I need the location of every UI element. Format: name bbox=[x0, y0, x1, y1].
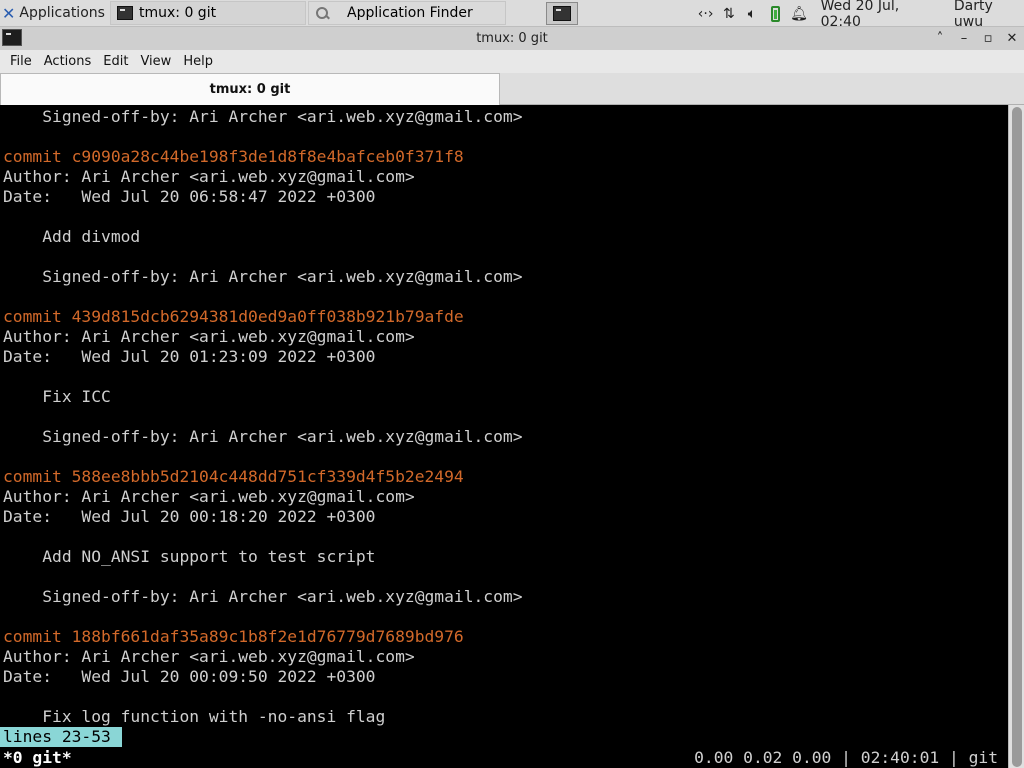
taskbar-item-label: tmux: 0 git bbox=[139, 5, 217, 21]
terminal-line: Author: Ari Archer <ari.web.xyz@gmail.co… bbox=[3, 487, 415, 506]
taskbar-item-label: Application Finder bbox=[347, 5, 473, 21]
clock[interactable]: Wed 20 Jul, 02:40 bbox=[821, 0, 940, 30]
tab-bar: tmux: 0 git bbox=[0, 73, 1024, 105]
speaker-icon[interactable]: 🔈︎ bbox=[740, 6, 763, 22]
tmux-window-indicator[interactable]: *0 git* bbox=[3, 747, 72, 768]
search-icon bbox=[315, 6, 329, 20]
terminal-line: Author: Ari Archer <ari.web.xyz@gmail.co… bbox=[3, 327, 415, 346]
applications-menu-button[interactable]: ✕ Applications bbox=[0, 1, 108, 26]
terminal-line: Add divmod bbox=[3, 227, 141, 246]
terminal-line: Author: Ari Archer <ari.web.xyz@gmail.co… bbox=[3, 167, 415, 186]
tmux-status-bar: *0 git* 0.00 0.02 0.00 | 02:40:01 | git bbox=[0, 747, 1008, 768]
terminal-line: Fix log function with -no-ansi flag bbox=[3, 707, 386, 726]
chevron-up-icon[interactable]: ˄ bbox=[928, 27, 952, 50]
commit-hash-line: commit c9090a28c44be198f3de1d8f8e4bafceb… bbox=[3, 147, 464, 166]
maximize-button[interactable]: ▫ bbox=[976, 27, 1000, 50]
terminal-line: Fix ICC bbox=[3, 387, 111, 406]
network-arrows-icon[interactable]: ‹·› bbox=[694, 6, 717, 22]
menu-help[interactable]: Help bbox=[177, 54, 219, 69]
taskbar-item-app-finder[interactable]: Application Finder bbox=[308, 1, 506, 25]
scrollbar-thumb[interactable] bbox=[1012, 107, 1022, 767]
terminal-icon bbox=[117, 6, 133, 20]
window-title: tmux: 0 git bbox=[476, 31, 548, 46]
commit-hash-line: commit 588ee8bbb5d2104c448dd751cf339d4f5… bbox=[3, 467, 464, 486]
menu-edit[interactable]: Edit bbox=[97, 54, 134, 69]
terminal-line: Date: Wed Jul 20 00:09:50 2022 +0300 bbox=[3, 667, 376, 686]
terminal-view[interactable]: Fix log function with -no-ansi flag Date:… bbox=[0, 105, 1008, 768]
tab-label: tmux: 0 git bbox=[209, 82, 291, 97]
minimize-button[interactable]: – bbox=[952, 27, 976, 50]
tmux-status-right: 0.00 0.02 0.00 | 02:40:01 | git bbox=[694, 748, 998, 767]
commit-hash-line: commit 188bf661daf35a89c1b8f2e1d76779d76… bbox=[3, 627, 464, 646]
window-controls: ˄ – ▫ ✕ bbox=[928, 27, 1024, 50]
bell-icon[interactable]: 🔔︎ bbox=[787, 6, 810, 22]
menu-actions[interactable]: Actions bbox=[38, 54, 98, 69]
terminal-icon bbox=[553, 6, 571, 21]
tab-tmux[interactable]: tmux: 0 git bbox=[0, 73, 500, 105]
battery-icon[interactable] bbox=[770, 5, 781, 22]
terminal-line: Date: Wed Jul 20 01:23:09 2022 +0300 bbox=[3, 347, 376, 366]
updown-arrows-icon[interactable]: ⇅ bbox=[717, 6, 740, 22]
close-button[interactable]: ✕ bbox=[1000, 27, 1024, 50]
applications-label: Applications bbox=[19, 5, 105, 21]
window-titlebar[interactable]: tmux: 0 git ˄ – ▫ ✕ bbox=[0, 27, 1024, 50]
terminal-launcher-button[interactable] bbox=[546, 2, 578, 25]
terminal-line: Signed-off-by: Ari Archer <ari.web.xyz@g… bbox=[3, 267, 523, 286]
menu-bar: File Actions Edit View Help bbox=[0, 50, 1024, 73]
terminal-line: Signed-off-by: Ari Archer <ari.web.xyz@g… bbox=[3, 107, 523, 126]
menu-view[interactable]: View bbox=[134, 54, 177, 69]
terminal-line: Author: Ari Archer <ari.web.xyz@gmail.co… bbox=[3, 647, 415, 666]
commit-hash-line: commit 439d815dcb6294381d0ed9a0ff038b921… bbox=[3, 307, 464, 326]
top-panel: ✕ Applications tmux: 0 git Application F… bbox=[0, 0, 1024, 30]
xfce-logo-icon: ✕ bbox=[2, 3, 16, 23]
taskbar-item-tmux[interactable]: tmux: 0 git bbox=[110, 1, 306, 25]
terminal-line: Date: Wed Jul 20 06:58:47 2022 +0300 bbox=[3, 187, 376, 206]
user-menu[interactable]: Darty uwu bbox=[954, 0, 1024, 30]
terminal-scrollbar[interactable] bbox=[1008, 105, 1024, 768]
terminal-line: Signed-off-by: Ari Archer <ari.web.xyz@g… bbox=[3, 587, 523, 606]
terminal-line: Date: Wed Jul 20 00:18:20 2022 +0300 bbox=[3, 507, 376, 526]
terminal-icon[interactable] bbox=[2, 29, 22, 46]
terminal-line: Add NO_ANSI support to test script bbox=[3, 547, 376, 566]
system-tray: ‹·› ⇅ 🔈︎ 🔔︎ Wed 20 Jul, 02:40 Darty uwu bbox=[694, 0, 1024, 30]
terminal-line: Signed-off-by: Ari Archer <ari.web.xyz@g… bbox=[3, 427, 523, 446]
pager-status: lines 23-53 bbox=[0, 727, 122, 747]
menu-file[interactable]: File bbox=[4, 54, 38, 69]
